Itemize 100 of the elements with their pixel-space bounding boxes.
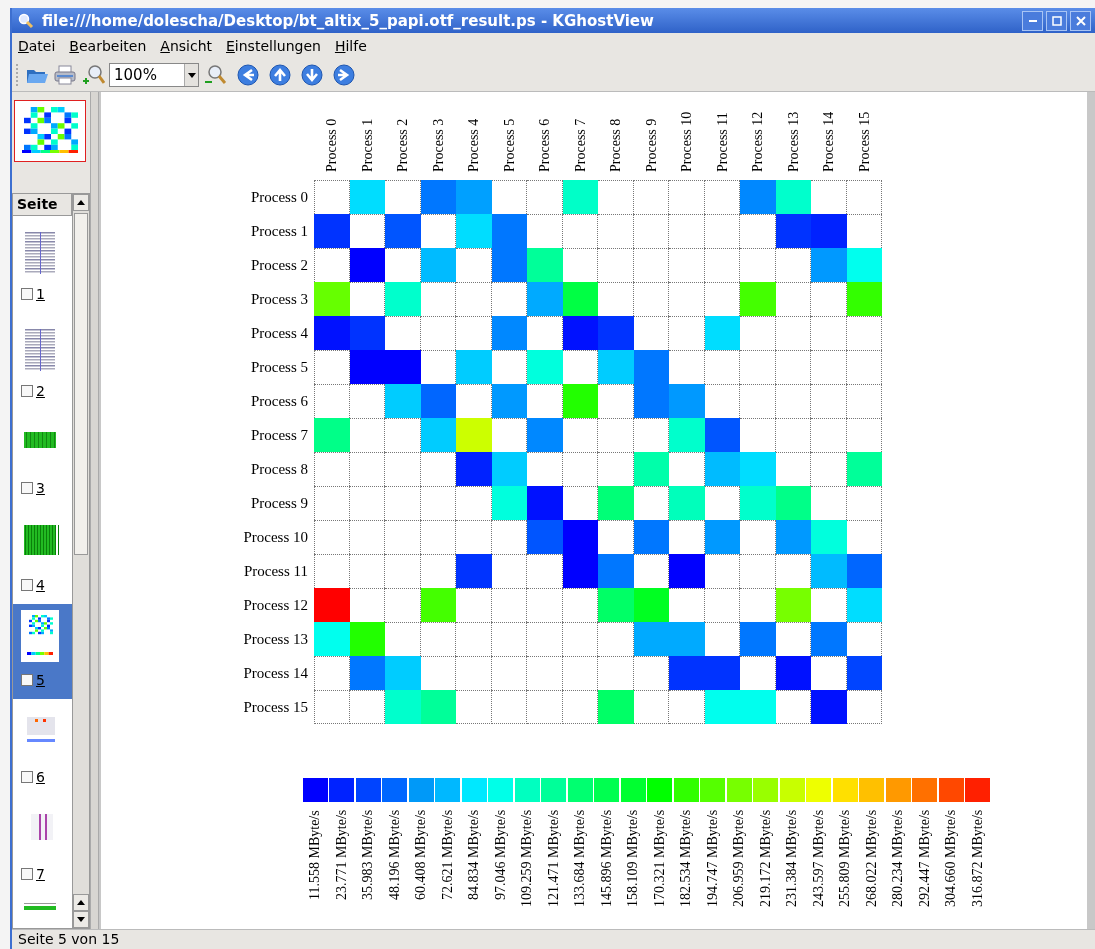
column-label: Process 2 [394,117,411,174]
page-thumbnail[interactable] [21,610,59,662]
status-text: Seite 5 von 15 [12,929,1095,949]
maximize-button[interactable] [1046,10,1067,31]
menu-item[interactable]: Bearbeiten [69,38,147,54]
heatmap-cell [669,180,705,214]
legend-label: 72.621 MByte/s [439,810,456,903]
checkbox[interactable] [21,579,33,591]
arrow-up-icon[interactable] [269,64,291,86]
heatmap-cell [349,520,385,554]
heatmap-cell [349,418,385,452]
heatmap-cell [598,180,634,214]
scroll-up-button[interactable] [73,194,89,211]
heatmap-cell [846,690,882,724]
row-label: Process 13 [242,630,309,649]
scroll-up-button[interactable] [73,894,89,911]
minimize-button[interactable] [1022,10,1043,31]
up-caret-icon [77,200,85,205]
checkbox[interactable] [21,868,33,880]
column-label: Process 14 [820,110,837,174]
zoom-out-icon[interactable] [203,64,227,86]
column-label: Process 9 [642,117,660,174]
heatmap-cell [385,418,421,452]
column-label: Process 13 [784,110,802,174]
splitter-handle[interactable] [90,92,99,929]
row-label: Process 15 [242,698,309,717]
heatmap-cell [740,554,776,588]
checkbox[interactable] [21,674,33,686]
scrollbar-thumb[interactable] [74,213,88,555]
heatmap-cell [633,282,669,316]
legend-label: 48.196 MByte/s [386,810,403,903]
column-label: Process 10 [678,110,695,174]
checkbox[interactable] [21,482,33,494]
legend-label: 97.046 MByte/s [492,810,509,903]
page-list-item[interactable]: 6 [13,699,72,796]
printer-icon[interactable] [53,64,77,86]
heatmap-cell [633,248,669,282]
menu-item[interactable]: Datei [18,38,56,54]
heatmap-cell [420,316,456,350]
row-label: Process 0 [249,188,309,207]
column-label: Process 3 [429,117,447,174]
legend-label: 292.447 MByte/s [916,810,933,910]
close-button[interactable] [1070,10,1091,31]
heatmap-cell [846,384,882,418]
heatmap-cell [598,214,634,248]
row-label: Process 5 [249,358,309,377]
checkbox[interactable] [21,385,33,397]
legend-label: 206.959 MByte/s [731,810,748,910]
heatmap-cell [598,418,634,452]
heatmap-cell [811,452,847,486]
heatmap-cell [811,418,847,452]
page-list-item[interactable]: 3 [13,410,72,507]
page-number: 1 [36,286,45,302]
heatmap-cell [314,520,350,554]
heatmap-cell [420,520,456,554]
heatmap-cell [775,316,811,350]
menu-item[interactable]: Einstellungen [226,38,321,54]
heatmap-cell [527,588,563,622]
page-list-item[interactable]: 2 [13,313,72,410]
heatmap-cell [385,486,421,520]
row-label: Process 2 [249,256,309,275]
column-label: Process 4 [465,117,482,174]
checkbox[interactable] [21,771,33,783]
close-icon [1075,15,1086,26]
menu-item[interactable]: Ansicht [160,38,212,54]
page-list-item[interactable]: 5 [13,604,72,699]
column-label: Process 6 [536,117,553,174]
arrow-right-icon[interactable] [333,64,355,86]
arrow-left-icon[interactable] [237,64,259,86]
page-thumbnail[interactable] [21,901,59,913]
heatmap-cell [633,180,669,214]
heatmap-cell [349,486,385,520]
page-list-item[interactable]: 4 [13,507,72,604]
column-header[interactable]: Seite [13,194,72,216]
column-label: Process 11 [713,111,731,174]
column-label: Process 15 [855,110,873,174]
legend-label: 194.747 MByte/s [704,810,721,910]
heatmap-cell [385,588,421,622]
heatmap-cell [385,554,421,588]
heatmap-cell [740,520,776,554]
page-list-item[interactable]: 1 [13,216,72,313]
zoom-in-icon[interactable] [81,64,105,86]
legend-label: 243.597 MByte/s [810,810,827,910]
heatmap-cell [314,452,350,486]
heatmap-cell [740,350,776,384]
page-list-item[interactable]: 7 [13,796,72,893]
zoom-dropdown[interactable]: 100% [109,63,199,87]
arrow-down-icon[interactable] [301,64,323,86]
heatmap-cell [811,316,847,350]
legend-label: 268.022 MByte/s [863,810,880,910]
menu-item[interactable]: Hilfe [334,38,367,54]
heatmap-cell [775,350,811,384]
checkbox[interactable] [21,288,33,300]
minimize-icon [1028,19,1037,22]
scroll-down-button[interactable] [73,911,89,928]
heatmap-cell [669,214,705,248]
heatmap-cell [527,180,563,214]
heatmap-cell [314,690,350,724]
column-label: Process 1 [358,117,376,174]
heatmap-cell [385,520,421,554]
